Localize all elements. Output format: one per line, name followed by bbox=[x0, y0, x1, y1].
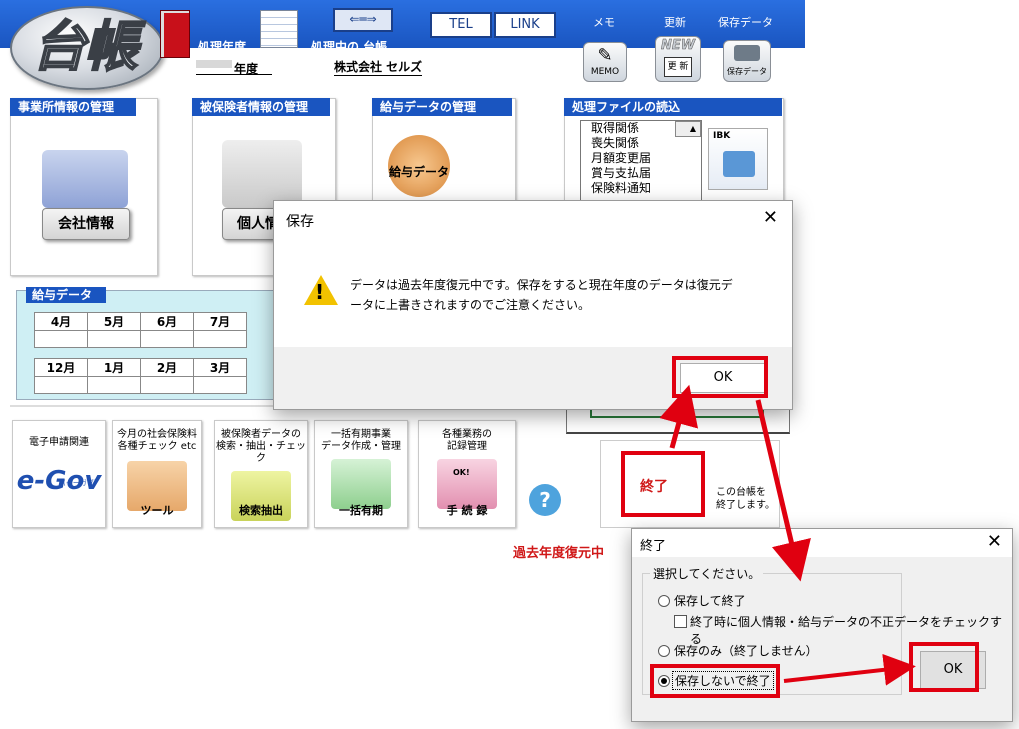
arrow-exit-to-save-ok bbox=[659, 384, 699, 449]
annotation-arrows bbox=[659, 384, 916, 686]
arrow-save-ok-to-exit-dialog bbox=[755, 399, 811, 582]
arrow-option-to-ok bbox=[783, 653, 916, 686]
